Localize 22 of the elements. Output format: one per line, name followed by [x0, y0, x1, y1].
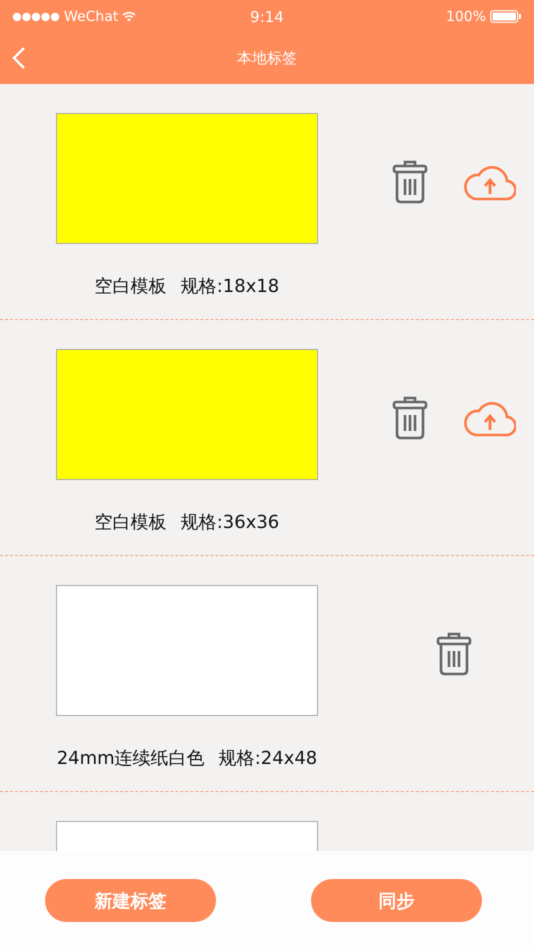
label-name: 24mm连续纸白色 — [56, 747, 205, 770]
sync-button[interactable]: 同步 — [311, 879, 482, 922]
new-label-button[interactable]: 新建标签 — [45, 879, 216, 922]
trash-icon[interactable] — [436, 632, 472, 676]
label-name: 空白模板 — [94, 275, 167, 298]
label-name: 空白模板 — [94, 511, 167, 534]
carrier-name: WeChat — [64, 8, 118, 24]
battery-icon — [490, 10, 522, 23]
label-preview[interactable] — [56, 585, 318, 716]
clock-time: 9:14 — [250, 8, 284, 26]
trash-icon[interactable] — [392, 396, 428, 440]
back-icon[interactable] — [12, 46, 26, 70]
label-size: 规格:36x36 — [180, 511, 280, 534]
wifi-icon — [122, 11, 136, 22]
signal-icon — [12, 12, 60, 22]
label-size: 规格:18x18 — [180, 275, 280, 298]
trash-icon[interactable] — [392, 160, 428, 204]
label-size: 规格:24x48 — [218, 747, 318, 770]
page-title: 本地标签 — [237, 49, 297, 68]
label-preview[interactable] — [56, 349, 318, 480]
label-preview[interactable] — [56, 113, 318, 244]
battery-percent: 100% — [446, 8, 486, 24]
